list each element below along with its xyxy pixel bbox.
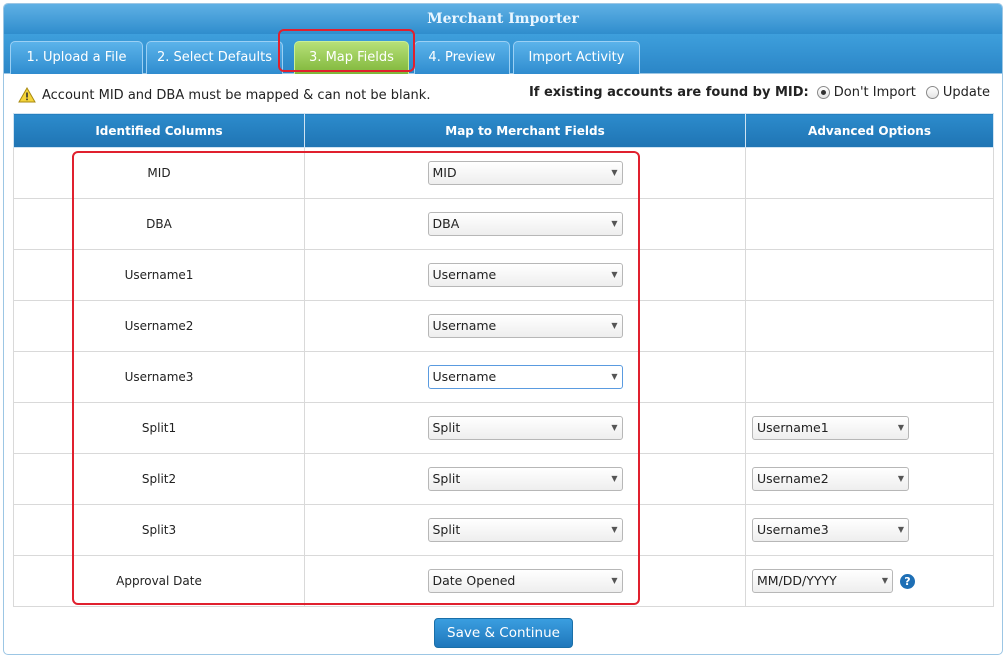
table-row: Split2 Split ▼ Username2 ▼: [13, 453, 994, 505]
chevron-down-icon: ▼: [611, 321, 618, 330]
identified-column: Split2: [13, 453, 305, 505]
chevron-down-icon: ▼: [611, 270, 618, 279]
advanced-options-cell: [745, 351, 994, 403]
header-identified-columns: Identified Columns: [13, 113, 305, 148]
chevron-down-icon: ▼: [611, 525, 618, 534]
chevron-down-icon: ▼: [611, 423, 618, 432]
date-format-value: MM/DD/YYYY: [757, 573, 837, 588]
identified-column: Approval Date: [13, 555, 305, 607]
identified-column: Split1: [13, 402, 305, 454]
map-field-select[interactable]: Split ▼: [427, 518, 623, 542]
table-row: Username1 Username ▼: [13, 249, 994, 301]
save-continue-button[interactable]: Save & Continue: [434, 618, 573, 648]
table-row: DBA DBA ▼: [13, 198, 994, 250]
chevron-down-icon: ▼: [897, 423, 904, 432]
map-field-value: Split: [432, 420, 461, 435]
tab-preview[interactable]: 4. Preview: [414, 41, 510, 74]
identified-column: Username3: [13, 351, 305, 403]
map-field-value: Split: [432, 471, 461, 486]
table-row: MID MID ▼: [13, 147, 994, 199]
header-map-to-merchant-fields: Map to Merchant Fields: [304, 113, 746, 148]
identified-column: Username1: [13, 249, 305, 301]
existing-accounts-label: If existing accounts are found by MID:: [528, 85, 809, 100]
tab-select-defaults[interactable]: 2. Select Defaults: [146, 41, 283, 74]
dont-import-radio[interactable]: [816, 86, 830, 99]
field-mapping-table: Identified Columns Map to Merchant Field…: [13, 113, 994, 607]
dont-import-label: Don't Import: [833, 85, 916, 100]
map-field-select[interactable]: MID ▼: [427, 161, 623, 185]
warning-icon: [18, 87, 36, 103]
map-field-select[interactable]: Username ▼: [427, 314, 623, 338]
map-field-select[interactable]: Date Opened ▼: [427, 569, 623, 593]
update-radio[interactable]: [925, 86, 939, 99]
table-row: Split3 Split ▼ Username3 ▼: [13, 504, 994, 556]
advanced-option-select[interactable]: Username1 ▼: [752, 416, 909, 440]
tab-import-activity[interactable]: Import Activity: [513, 41, 640, 74]
required-notice-text: Account MID and DBA must be mapped & can…: [42, 87, 431, 103]
header-advanced-options: Advanced Options: [745, 113, 994, 148]
table-row: Username3 Username ▼: [13, 351, 994, 403]
identified-column: DBA: [13, 198, 305, 250]
chevron-down-icon: ▼: [611, 219, 618, 228]
advanced-options-cell: [745, 198, 994, 250]
map-field-select[interactable]: Username ▼: [427, 365, 623, 389]
chevron-down-icon: ▼: [897, 474, 904, 483]
map-field-select[interactable]: Username ▼: [427, 263, 623, 287]
chevron-down-icon: ▼: [611, 168, 618, 177]
tab-upload-file[interactable]: 1. Upload a File: [10, 41, 143, 74]
table-row: Username2 Username ▼: [13, 300, 994, 352]
identified-column: MID: [13, 147, 305, 199]
map-field-value: Split: [432, 522, 461, 537]
identified-column: Username2: [13, 300, 305, 352]
advanced-option-select[interactable]: Username2 ▼: [752, 467, 909, 491]
merchant-importer-window: Merchant Importer 1. Upload a File 2. Se…: [3, 3, 1003, 655]
identified-column: Split3: [13, 504, 305, 556]
advanced-option-value: Username3: [757, 522, 829, 537]
advanced-options-cell: [745, 300, 994, 352]
advanced-option-select[interactable]: Username3 ▼: [752, 518, 909, 542]
info-bar: Account MID and DBA must be mapped & can…: [4, 74, 1002, 112]
tab-strip: 1. Upload a File 2. Select Defaults 3. M…: [4, 34, 1002, 74]
map-field-value: Date Opened: [432, 573, 516, 588]
date-format-select[interactable]: MM/DD/YYYY ▼: [752, 569, 893, 593]
window-title: Merchant Importer: [4, 4, 1002, 34]
map-field-value: Username: [432, 369, 497, 384]
map-field-value: MID: [432, 165, 457, 180]
advanced-option-value: Username2: [757, 471, 829, 486]
chevron-down-icon: ▼: [611, 474, 618, 483]
chevron-down-icon: ▼: [897, 525, 904, 534]
help-icon[interactable]: ?: [900, 574, 915, 589]
chevron-down-icon: ▼: [881, 576, 888, 585]
advanced-option-value: Username1: [757, 420, 829, 435]
chevron-down-icon: ▼: [611, 576, 618, 585]
advanced-options-cell: [745, 147, 994, 199]
map-field-select[interactable]: DBA ▼: [427, 212, 623, 236]
update-label: Update: [942, 85, 990, 100]
map-field-value: Username: [432, 318, 497, 333]
existing-accounts-option: If existing accounts are found by MID: D…: [529, 85, 990, 100]
table-row: Split1 Split ▼ Username1 ▼: [13, 402, 994, 454]
table-row: Approval Date Date Opened ▼ MM/DD/YYYY ▼?: [13, 555, 994, 607]
map-field-value: DBA: [432, 216, 460, 231]
tab-map-fields[interactable]: 3. Map Fields: [294, 41, 409, 74]
map-field-value: Username: [432, 267, 497, 282]
advanced-options-cell: [745, 249, 994, 301]
map-field-select[interactable]: Split ▼: [427, 416, 623, 440]
chevron-down-icon: ▼: [611, 372, 618, 381]
map-field-select[interactable]: Split ▼: [427, 467, 623, 491]
required-notice: Account MID and DBA must be mapped & can…: [18, 87, 430, 103]
